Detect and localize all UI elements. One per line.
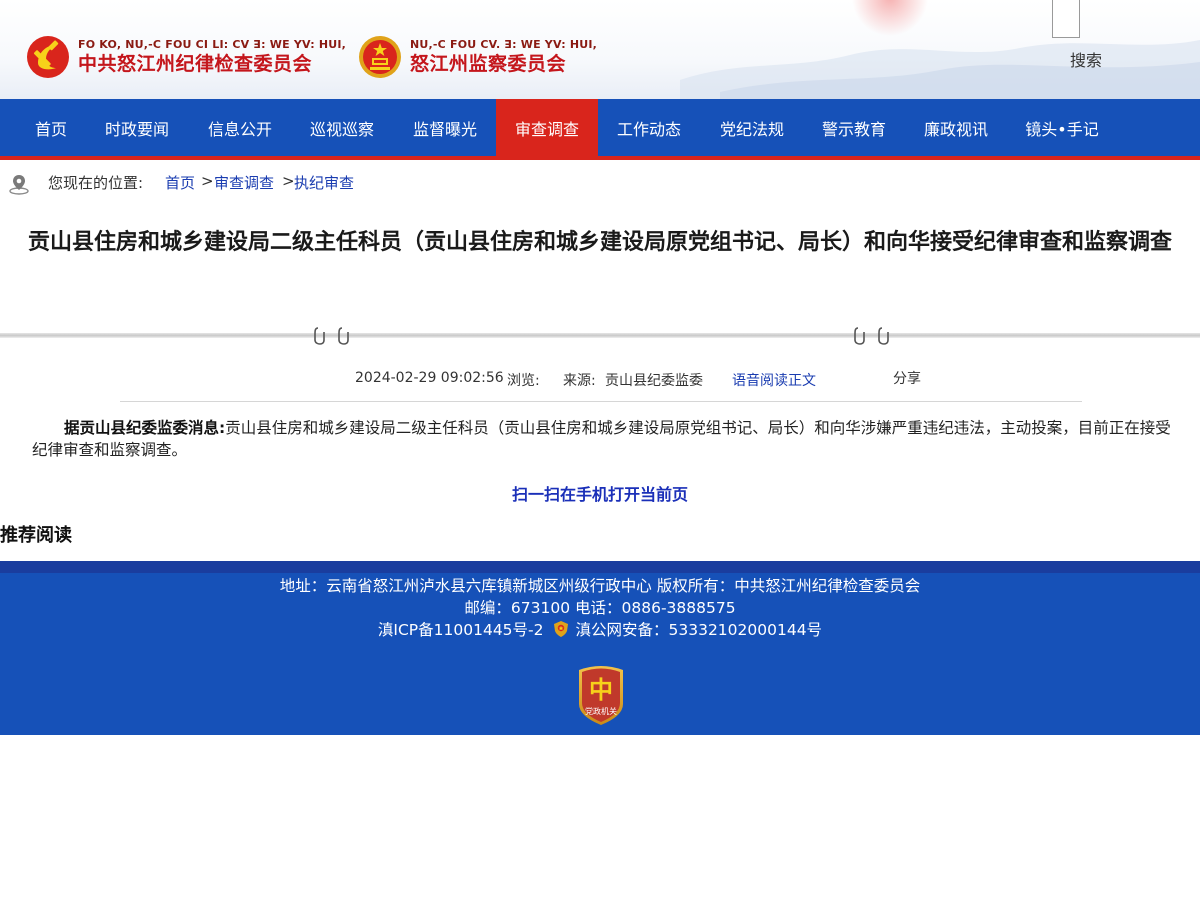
cpc-discipline-logo[interactable]: FO KO, NU,-C FOU CI LI: CV ꓱ: WE YV: HUI…: [26, 34, 346, 80]
paperclip-icon: [338, 327, 349, 345]
logo-title: 中共怒江州纪律检查委员会: [78, 53, 313, 75]
paperclip-icon: [878, 327, 889, 345]
breadcrumb-discipline-review-link[interactable]: 执纪审查: [294, 172, 354, 193]
location-pin-icon: [9, 175, 29, 195]
search-button[interactable]: 搜索: [1070, 47, 1102, 71]
site-footer: 地址：云南省怒江州泸水县六库镇新城区州级行政中心 版权所有：中共怒江州纪律检查委…: [0, 561, 1200, 735]
breadcrumb-separator: >: [282, 172, 295, 190]
paperclip-icon: [854, 327, 865, 345]
police-badge-icon: [553, 621, 568, 637]
nav-item-exposure[interactable]: 监督曝光: [401, 99, 489, 156]
breadcrumb-separator: >: [201, 172, 214, 190]
share-button[interactable]: 分享: [893, 368, 921, 388]
breadcrumb-investigation-link[interactable]: 审查调查: [214, 172, 274, 193]
source-label: 来源:: [563, 373, 596, 389]
logo-title: 怒江州监察委员会: [410, 53, 567, 75]
government-site-badge[interactable]: 中 党政机关: [575, 664, 627, 726]
footer-band: [0, 561, 1200, 573]
publish-datetime: 2024-02-29 09:02:56: [355, 370, 504, 386]
nav-item-disclosure[interactable]: 信息公开: [196, 99, 284, 156]
breadcrumb: 您现在的位置: 首页 > 审查调查 > 执纪审查: [0, 168, 1200, 196]
nav-item-warning-education[interactable]: 警示教育: [810, 99, 898, 156]
svg-text:中: 中: [589, 676, 613, 704]
breadcrumb-label: 您现在的位置:: [48, 174, 144, 192]
logo-subtitle: FO KO, NU,-C FOU CI LI: CV ꓱ: WE YV: HUI…: [78, 38, 347, 51]
article-lead: 据贡山县纪委监委消息:: [64, 419, 226, 437]
site-header: FO KO, NU,-C FOU CI LI: CV ꓱ: WE YV: HUI…: [0, 0, 1200, 99]
read-aloud-button[interactable]: 语音阅读正文: [732, 370, 816, 390]
party-emblem-icon: [27, 36, 69, 78]
main-nav: 首页 时政要闻 信息公开 巡视巡察 监督曝光 审查调查 工作动态 党纪法规 警示…: [0, 99, 1200, 156]
title-divider: [0, 333, 1200, 338]
article-title: 贡山县住房和城乡建设局二级主任科员（贡山县住房和城乡建设局原党组书记、局长）和向…: [27, 230, 1172, 255]
footer-address: 地址：云南省怒江州泸水县六库镇新城区州级行政中心 版权所有：中共怒江州纪律检查委…: [279, 577, 921, 595]
police-record-link[interactable]: 滇公网安备：53332102000144号: [576, 621, 823, 639]
source-value: 贡山县纪委监委: [605, 373, 703, 389]
search-input[interactable]: [1052, 0, 1080, 38]
article-meta: 2024-02-29 09:02:56 浏览: 来源: 贡山县纪委监委 语音阅读…: [0, 368, 1200, 390]
supervision-logo[interactable]: NU,-C FOU CV. ꓱ: WE YV: HUI, 怒江州监察委员会: [358, 34, 597, 80]
nav-item-inspection[interactable]: 巡视巡察: [298, 99, 386, 156]
scan-qr-link[interactable]: 扫一扫在手机打开当前页: [0, 481, 1200, 505]
nav-item-news[interactable]: 时政要闻: [94, 99, 180, 156]
header-decoration: [680, 0, 1200, 99]
nav-divider: [0, 156, 1200, 160]
logo-subtitle: NU,-C FOU CV. ꓱ: WE YV: HUI,: [410, 38, 598, 51]
nav-item-video[interactable]: 廉政视讯: [912, 99, 1000, 156]
icp-record-link[interactable]: 滇ICP备11001445号-2: [378, 621, 544, 639]
badge-label: 党政机关: [585, 706, 617, 716]
national-emblem-icon: [359, 36, 401, 78]
nav-item-investigation[interactable]: 审查调查: [496, 99, 598, 156]
nav-item-regulations[interactable]: 党纪法规: [708, 99, 796, 156]
meta-divider: [120, 401, 1082, 402]
footer-records: 滇ICP备11001445号-2 滇公网安备：53332102000144号: [0, 618, 1200, 640]
nav-item-home[interactable]: 首页: [21, 99, 81, 156]
breadcrumb-home-link[interactable]: 首页: [165, 172, 195, 193]
paperclip-icon: [314, 327, 325, 345]
views-label: 浏览:: [507, 373, 540, 389]
footer-contact: 邮编：673100 电话：0886-3888575: [464, 599, 736, 617]
nav-item-lens-notes[interactable]: 镜头•手记: [1016, 99, 1108, 156]
nav-item-work-updates[interactable]: 工作动态: [605, 99, 693, 156]
recommended-reading-heading: 推荐阅读: [0, 525, 72, 546]
article-body: 据贡山县纪委监委消息:贡山县住房和城乡建设局二级主任科员（贡山县住房和城乡建设局…: [32, 417, 1172, 461]
